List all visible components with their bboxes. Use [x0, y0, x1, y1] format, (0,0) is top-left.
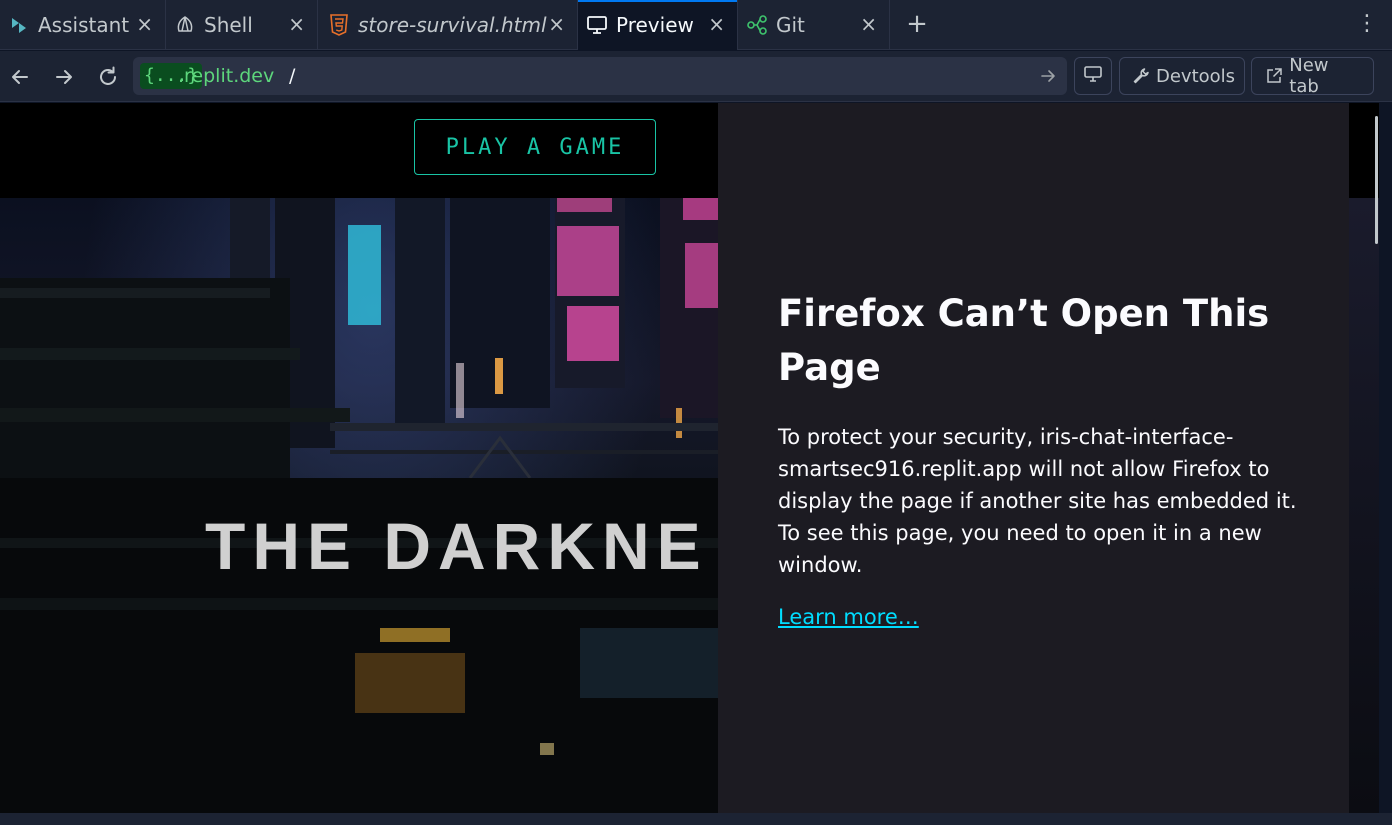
tab-preview[interactable]: Preview × — [578, 0, 738, 50]
scrollbar-track[interactable] — [1379, 103, 1392, 813]
assistant-icon — [8, 14, 30, 36]
tab-label: Shell — [204, 13, 253, 37]
device-preview-button[interactable] — [1074, 57, 1112, 95]
hero-title: THE DARKNE — [205, 509, 708, 583]
shell-icon — [174, 14, 196, 36]
devtools-label: Devtools — [1156, 65, 1236, 87]
go-arrow-icon[interactable] — [1039, 67, 1057, 85]
tab-shell[interactable]: Shell × — [166, 0, 318, 50]
tab-store-survival-html[interactable]: store-survival.html × — [318, 0, 578, 50]
scrollbar-thumb[interactable] — [1375, 116, 1378, 244]
tab-label: Assistant — [38, 13, 130, 37]
preview-toolbar: {...} .replit.dev / Devtools New tab — [0, 51, 1392, 102]
close-icon[interactable]: × — [708, 14, 725, 34]
url-path: / — [289, 65, 296, 87]
tab-label: Preview — [616, 13, 694, 37]
hero-image: THE DARKNE — [0, 198, 718, 813]
url-host: .replit.dev — [178, 65, 275, 87]
close-icon[interactable]: × — [136, 14, 153, 34]
close-icon[interactable]: × — [860, 14, 877, 34]
close-icon[interactable]: × — [548, 14, 565, 34]
cyberpunk-city-illustration — [0, 198, 718, 813]
error-title: Firefox Can’t Open This Page — [778, 292, 1270, 389]
close-icon[interactable]: × — [288, 14, 305, 34]
new-tab-button[interactable]: New tab — [1251, 55, 1374, 97]
wrench-icon — [1132, 66, 1150, 86]
preview-frame: PLAY A GAME THE DARKNE Firefox Can’t Ope… — [0, 103, 1392, 813]
html5-icon — [328, 14, 350, 36]
monitor-icon — [586, 14, 608, 36]
more-options-icon[interactable]: ⋮ — [1356, 12, 1378, 38]
monitor-icon — [1083, 64, 1103, 89]
tab-label: store-survival.html — [358, 13, 547, 37]
tab-bar: Assistant × Shell × store-survival.html … — [0, 0, 1392, 50]
hero-image-edge — [1349, 198, 1379, 813]
forward-arrow-icon[interactable] — [50, 63, 78, 91]
git-icon — [746, 14, 768, 36]
new-tab-label: New tab — [1289, 55, 1329, 97]
back-arrow-icon[interactable] — [6, 63, 34, 91]
tab-label: Git — [776, 13, 805, 37]
external-link-icon — [1264, 66, 1283, 86]
learn-more-link[interactable]: Learn more… — [778, 605, 919, 629]
play-a-game-button[interactable]: PLAY A GAME — [414, 119, 656, 175]
firefox-error-panel: Firefox Can’t Open This Page To protect … — [718, 103, 1349, 813]
reload-icon[interactable] — [94, 63, 122, 91]
tab-assistant[interactable]: Assistant × — [0, 0, 166, 50]
tab-git[interactable]: Git × — [738, 0, 890, 50]
error-message: To protect your security, iris-chat-inte… — [778, 425, 1297, 577]
devtools-button[interactable]: Devtools — [1119, 57, 1245, 95]
url-input[interactable]: {...} .replit.dev / — [133, 57, 1067, 95]
bottom-strip — [0, 813, 1392, 825]
add-tab-button[interactable]: + — [903, 10, 931, 38]
